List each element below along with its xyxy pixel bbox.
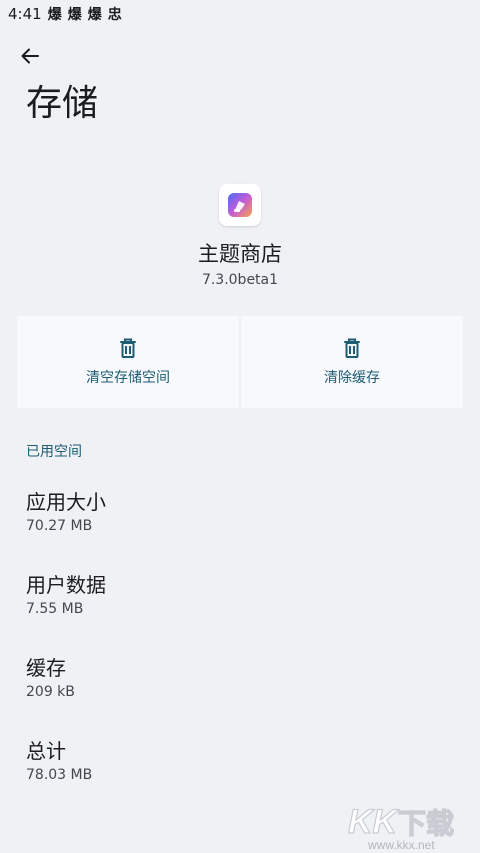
clear-cache-button[interactable]: 清除缓存 [241, 316, 463, 408]
kkx-watermark-logo: KK 下载 www.kkx.net [347, 802, 454, 852]
storage-item-app-size: 应用大小 70.27 MB [26, 488, 456, 536]
svg-text:下载: 下载 [398, 807, 454, 840]
storage-item-value: 209 kB [26, 684, 75, 700]
notification-icon: 爆 [67, 7, 82, 23]
storage-actions: 清空存储空间 清除缓存 [17, 316, 463, 408]
svg-text:www.kkx.net: www.kkx.net [367, 838, 435, 852]
storage-item-label: 总计 [26, 739, 66, 763]
page-title: 存储 [26, 83, 99, 124]
back-button[interactable] [14, 40, 46, 72]
clear-cache-label: 清除缓存 [324, 370, 380, 386]
app-name: 主题商店 [198, 242, 282, 266]
notification-icon: 爆 [47, 7, 62, 23]
notification-icon: 爆 [87, 7, 102, 23]
arrow-back-icon [21, 48, 39, 64]
used-space-header: 已用空间 [26, 444, 82, 460]
storage-item-value: 70.27 MB [26, 518, 93, 534]
storage-item-user-data: 用户数据 7.55 MB [26, 571, 456, 619]
status-time: 4:41 [8, 5, 42, 23]
storage-item-cache: 缓存 209 kB [26, 654, 456, 702]
status-bar: 4:41 爆 爆 爆 忠 [0, 0, 480, 28]
trash-icon [120, 338, 136, 358]
notification-icon: 忠 [107, 7, 122, 23]
app-version: 7.3.0beta1 [201, 272, 279, 288]
storage-item-label: 应用大小 [26, 490, 106, 514]
clear-storage-button[interactable]: 清空存储空间 [17, 316, 239, 408]
storage-item-label: 缓存 [26, 656, 66, 680]
trash-icon [344, 338, 360, 358]
storage-item-value: 7.55 MB [26, 601, 84, 617]
svg-text:KK: KK [348, 803, 400, 841]
clear-storage-label: 清空存储空间 [86, 370, 170, 386]
storage-item-label: 用户数据 [26, 573, 106, 597]
storage-item-total: 总计 78.03 MB [26, 737, 456, 785]
theme-store-app-icon [219, 184, 261, 226]
storage-item-value: 78.03 MB [26, 767, 93, 783]
